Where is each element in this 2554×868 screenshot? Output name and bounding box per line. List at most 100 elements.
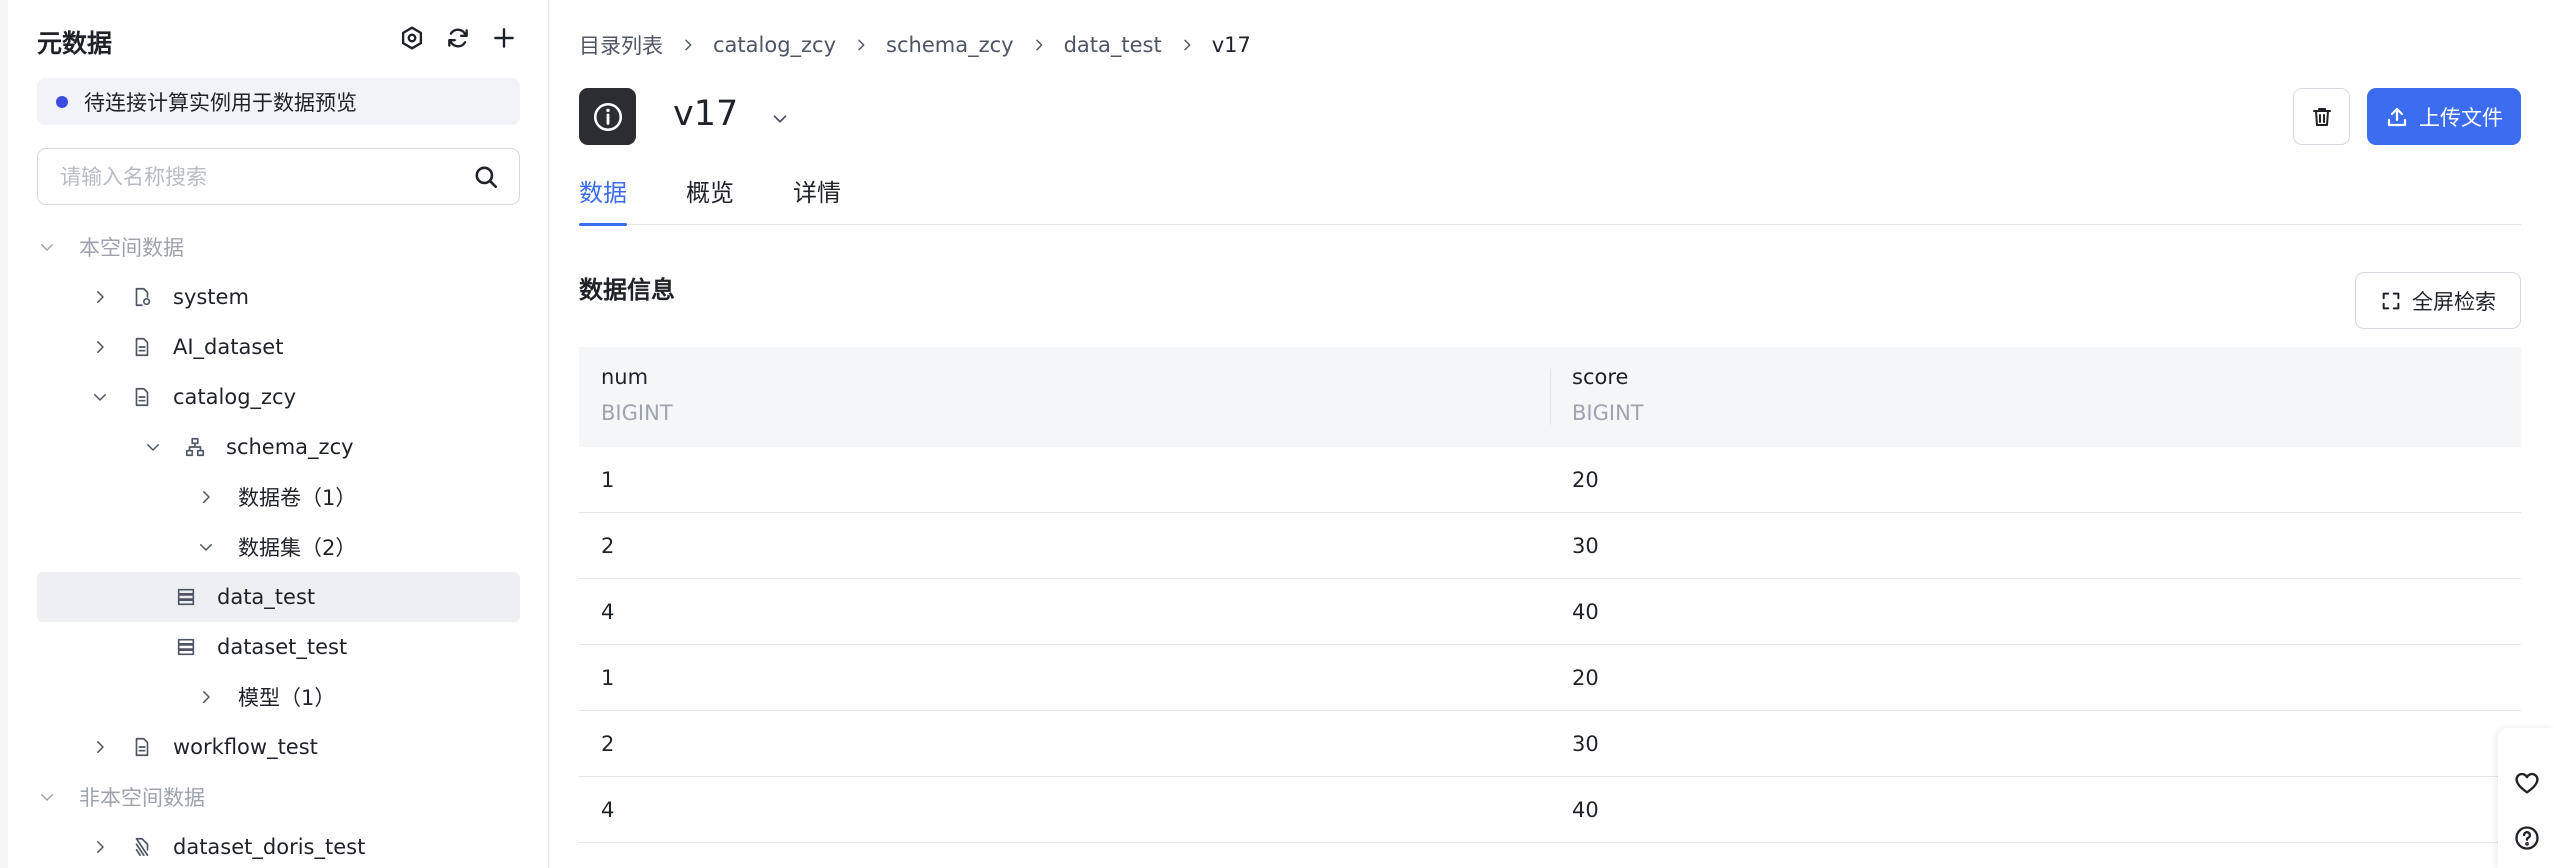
tree-node[interactable]: 数据卷（1） — [37, 472, 520, 522]
table-row: 4 40 — [579, 579, 2521, 645]
version-title: v17 — [673, 94, 739, 134]
tree-node[interactable]: 本空间数据 — [37, 222, 520, 272]
chevron-right-icon[interactable] — [196, 487, 216, 507]
hexagon-gear-icon — [401, 26, 423, 50]
tree-node[interactable]: 模型（1） — [37, 672, 520, 722]
tree-node-label: dataset_test — [217, 635, 348, 659]
delete-button[interactable] — [2293, 88, 2350, 145]
metadata-panel: 元数据 待连接计算实例用于数据预览 本空间数据 system AI_datasetc… — [8, 0, 549, 868]
chevron-down-icon[interactable] — [37, 237, 57, 257]
search-icon[interactable] — [473, 164, 499, 190]
table-cell: 1 — [601, 665, 615, 690]
table-cell: 4 — [601, 797, 615, 822]
chevron-down-icon[interactable] — [196, 537, 216, 557]
catalog-doc-icon — [130, 335, 154, 359]
chevron-right-icon[interactable] — [196, 687, 216, 707]
heart-icon — [2515, 772, 2539, 794]
tree-node[interactable]: schema_zcy — [37, 422, 520, 472]
tree-node-label: 本空间数据 — [79, 236, 184, 260]
trash-icon — [2312, 107, 2331, 126]
tree-node-label: 模型（1） — [238, 686, 336, 710]
upload-icon — [2387, 107, 2407, 126]
breadcrumb-item: v17 — [1211, 33, 1251, 57]
table-row: 2 30 — [579, 711, 2521, 777]
fullscreen-icon — [2382, 292, 2400, 309]
chevron-down-icon[interactable] — [37, 787, 57, 807]
tab-item[interactable]: 数据 — [579, 172, 627, 226]
tree-node-label: dataset_doris_test — [173, 835, 366, 859]
help-button[interactable] — [2512, 823, 2542, 853]
chevron-right-icon[interactable] — [90, 337, 110, 357]
chevron-down-icon[interactable] — [90, 387, 110, 407]
table-row: 4 40 — [579, 777, 2521, 843]
chevron-right-icon[interactable] — [90, 287, 110, 307]
refresh-button[interactable] — [443, 22, 473, 54]
refresh-icon — [448, 28, 468, 48]
column-header[interactable]: num BIGINT — [579, 347, 1550, 447]
upload-file-button[interactable]: 上传文件 — [2367, 88, 2521, 145]
tree-node[interactable]: system — [37, 272, 520, 322]
column-type: BIGINT — [601, 401, 673, 425]
version-dropdown[interactable] — [765, 104, 795, 134]
table-cell: 1 — [601, 467, 615, 492]
tree-node[interactable]: catalog_zcy — [37, 372, 520, 422]
asset-info-icon — [579, 88, 636, 145]
metadata-tree: 本空间数据 system AI_dataset catalog_zcy schema_z… — [37, 222, 520, 868]
column-header[interactable]: score BIGINT — [1550, 347, 2521, 447]
breadcrumb-item[interactable]: 目录列表 — [579, 30, 663, 60]
table-cell: 30 — [1572, 533, 1599, 558]
search-box — [37, 148, 520, 205]
table-row: 1 20 — [579, 645, 2521, 711]
data-table: num BIGINT score BIGINT 1 20 2 30 4 40 1 20 2 30 4 40 — [579, 347, 2521, 843]
table-header: num BIGINT score BIGINT — [579, 347, 2521, 447]
column-name: score — [1572, 365, 1629, 389]
table-row: 1 20 — [579, 447, 2521, 513]
upload-label: 上传文件 — [2419, 105, 2503, 130]
table-row: 2 30 — [579, 513, 2521, 579]
breadcrumb-item[interactable]: catalog_zcy — [713, 33, 836, 57]
tree-node[interactable]: 数据集（2） — [37, 522, 520, 572]
chevron-down-icon — [773, 115, 787, 123]
chevron-right-icon — [1179, 37, 1195, 53]
floating-toolbar — [2498, 728, 2554, 868]
tree-node[interactable]: AI_dataset — [37, 322, 520, 372]
fullscreen-label: 全屏检索 — [2412, 289, 2496, 314]
tree-node-label: system — [173, 285, 249, 309]
tab-item[interactable]: 详情 — [793, 172, 841, 225]
search-input[interactable] — [60, 164, 473, 189]
settings-button[interactable] — [397, 22, 427, 54]
favorite-button[interactable] — [2512, 768, 2542, 798]
table-cell: 40 — [1572, 599, 1599, 624]
column-type: BIGINT — [1572, 401, 1644, 425]
tab-item[interactable]: 概览 — [686, 172, 734, 225]
chevron-right-icon[interactable] — [90, 737, 110, 757]
tree-node[interactable]: 非本空间数据 — [37, 772, 520, 822]
status-dot — [56, 95, 68, 108]
tree-node-label: 数据卷（1） — [238, 486, 357, 510]
tree-node-label: AI_dataset — [173, 335, 284, 359]
panel-actions — [397, 22, 519, 54]
tree-node[interactable]: workflow_test — [37, 722, 520, 772]
dataset-icon — [174, 585, 198, 609]
breadcrumb-item[interactable]: schema_zcy — [886, 33, 1014, 57]
tree-node-label: 非本空间数据 — [79, 786, 205, 810]
plus-icon — [494, 28, 514, 48]
main-content: 目录列表 catalog_zcy schema_zcy data_test v17 v1… — [550, 0, 2554, 868]
breadcrumb-item[interactable]: data_test — [1064, 33, 1162, 57]
add-button[interactable] — [489, 22, 519, 54]
question-icon — [2515, 826, 2539, 850]
chevron-right-icon — [1031, 37, 1047, 53]
fullscreen-search-button[interactable]: 全屏检索 — [2355, 272, 2521, 329]
doris-icon — [130, 835, 154, 859]
catalog-doc-icon — [130, 735, 154, 759]
chevron-down-icon[interactable] — [143, 437, 163, 457]
catalog-doc-icon — [130, 385, 154, 409]
table-cell: 20 — [1572, 467, 1599, 492]
table-cell: 40 — [1572, 797, 1599, 822]
tree-node[interactable]: data_test — [37, 572, 520, 622]
chevron-right-icon[interactable] — [90, 837, 110, 857]
tree-node[interactable]: dataset_doris_test — [37, 822, 520, 868]
tree-node-label: workflow_test — [173, 735, 318, 759]
tree-node[interactable]: dataset_test — [37, 622, 520, 672]
tree-node-label: 数据集（2） — [238, 536, 357, 560]
